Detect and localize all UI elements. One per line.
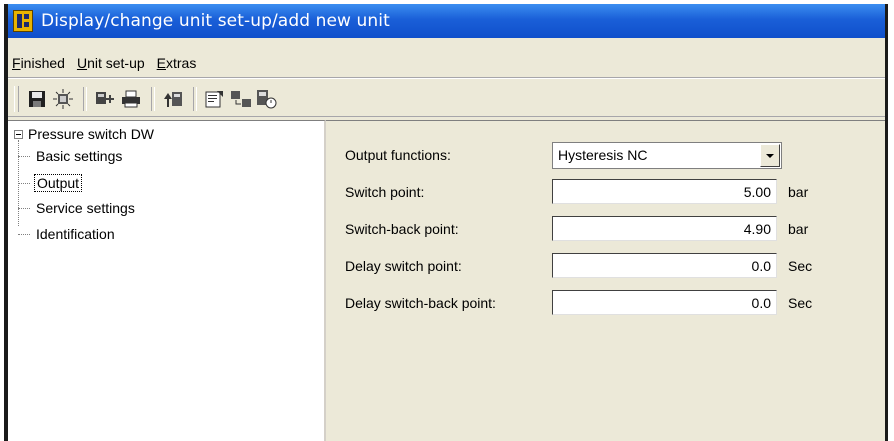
collapse-icon[interactable] (14, 129, 23, 139)
output-functions-label: Output functions: (345, 147, 451, 163)
switch-point-unit: bar (788, 184, 809, 200)
output-functions-value: Hysteresis NC (558, 147, 648, 163)
delay-switch-point-label: Delay switch point: (345, 258, 462, 274)
tree-item-identification[interactable]: Identification (18, 226, 117, 242)
delay-switch-point-row: Delay switch point: 0.0 Sec (326, 251, 885, 281)
delay-switch-back-point-label: Delay switch-back point: (345, 295, 496, 311)
settings-panel: Output functions: Hysteresis NC Switch p… (326, 120, 885, 441)
menu-finished-rest: inished (20, 55, 65, 71)
chevron-down-icon (766, 153, 774, 158)
toolbar-grip[interactable] (14, 86, 19, 112)
switch-point-field[interactable]: 5.00 (552, 179, 777, 204)
menubar-divider (8, 77, 885, 79)
toolbar-separator (83, 87, 87, 111)
menu-unit-setup[interactable]: Unit set-up (71, 55, 151, 71)
delay-switch-back-point-row: Delay switch-back point: 0.0 Sec (326, 288, 885, 318)
main-window: Display/change unit set-up/add new unit … (4, 4, 888, 441)
tree-item-label: Identification (36, 226, 115, 242)
switch-back-point-row: Switch-back point: 4.90 bar (326, 214, 885, 244)
upload-icon[interactable] (161, 87, 185, 111)
menu-unit-setup-rest: nit set-up (87, 55, 145, 71)
switch-point-label: Switch point: (345, 184, 425, 200)
tree-item-label: Output (34, 174, 83, 192)
delay-switch-point-field[interactable]: 0.0 (552, 253, 777, 278)
toolbar-separator (193, 87, 197, 111)
print-icon[interactable] (119, 87, 143, 111)
properties-icon[interactable] (203, 87, 227, 111)
device-settings-icon[interactable] (93, 87, 117, 111)
switch-back-point-unit: bar (788, 221, 809, 237)
navigation-tree: Pressure switch DW Basic settings Output… (8, 120, 326, 441)
dropdown-button[interactable] (760, 144, 780, 167)
menu-finished[interactable]: Finished (8, 55, 71, 71)
output-functions-row: Output functions: Hysteresis NC (326, 140, 885, 170)
switch-back-point-label: Switch-back point: (345, 221, 459, 237)
tree-connector (18, 233, 30, 235)
delay-switch-point-unit: Sec (788, 258, 813, 274)
tree-root[interactable]: Pressure switch DW (14, 126, 154, 142)
switch-back-point-field[interactable]: 4.90 (552, 216, 777, 241)
output-functions-select[interactable]: Hysteresis NC (552, 142, 782, 169)
menu-extras-rest: xtras (166, 55, 197, 71)
device-status-icon[interactable] (255, 87, 279, 111)
tree-item-label: Basic settings (36, 148, 123, 164)
tree-item-service-settings[interactable]: Service settings (18, 200, 137, 216)
tree-item-basic-settings[interactable]: Basic settings (18, 148, 124, 164)
tree-connector (18, 182, 30, 184)
toolbar (8, 82, 885, 116)
window-title: Display/change unit set-up/add new unit (41, 11, 390, 31)
tree-root-label: Pressure switch DW (28, 126, 155, 142)
title-bar[interactable]: Display/change unit set-up/add new unit (8, 4, 885, 38)
menu-extras[interactable]: Extras (151, 55, 203, 71)
menu-bar: Finished Unit set-up Extras (8, 49, 885, 77)
connect-icon[interactable] (229, 87, 253, 111)
delay-switch-back-point-unit: Sec (788, 295, 813, 311)
switch-point-row: Switch point: 5.00 bar (326, 177, 885, 207)
app-icon (13, 10, 33, 32)
tree-item-output[interactable]: Output (18, 174, 83, 192)
delay-switch-back-point-field[interactable]: 0.0 (552, 290, 777, 315)
toolbar-divider (8, 116, 885, 117)
tree-connector (18, 207, 30, 209)
save-icon[interactable] (25, 87, 49, 111)
tree-connector (18, 155, 30, 157)
unit-scan-icon[interactable] (51, 87, 75, 111)
toolbar-separator (151, 87, 155, 111)
tree-item-label: Service settings (36, 200, 135, 216)
